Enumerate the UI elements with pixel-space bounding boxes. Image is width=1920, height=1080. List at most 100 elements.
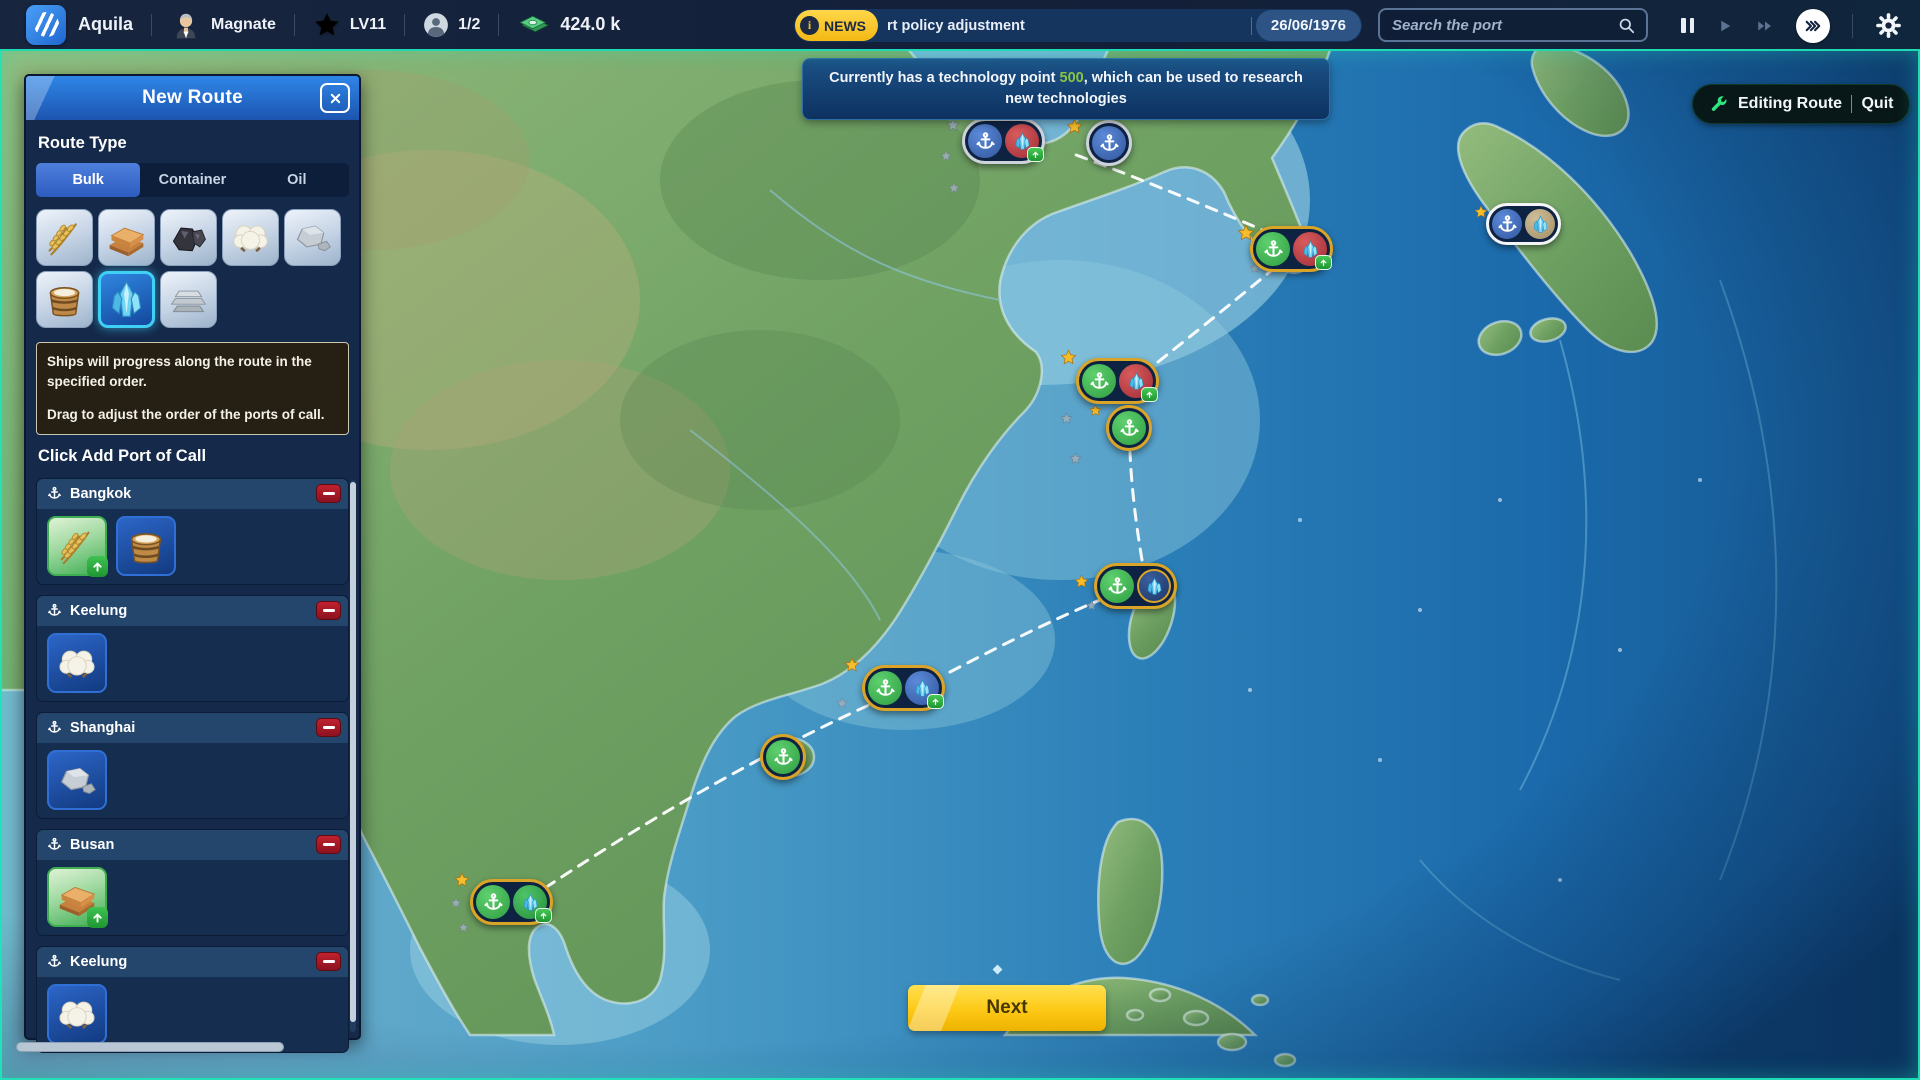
port-entry[interactable]: Busan <box>36 829 349 936</box>
anchor-icon <box>1100 569 1134 603</box>
port-marker[interactable] <box>1094 563 1177 609</box>
tech-point-toast: Currently has a technology point 500, wh… <box>802 58 1330 120</box>
cargo-timber-tile[interactable] <box>47 867 107 927</box>
goods-crystal-icon <box>1119 364 1153 398</box>
goods-crystal-icon <box>513 885 547 919</box>
commodity-cotton[interactable] <box>222 209 279 266</box>
port-cargo-row <box>37 977 348 1052</box>
port-marker[interactable] <box>760 734 806 780</box>
port-entry-header: Keelung <box>37 596 348 626</box>
port-marker[interactable] <box>1076 358 1159 404</box>
commodity-wheat[interactable] <box>36 209 93 266</box>
fast-forward-button[interactable] <box>1756 17 1774 35</box>
route-type-label: Route Type <box>38 134 349 153</box>
player-name: Magnate <box>211 16 276 34</box>
divider <box>498 14 499 36</box>
port-marker[interactable] <box>1086 120 1132 166</box>
port-marker[interactable] <box>1250 226 1333 272</box>
info-icon: i <box>800 16 819 35</box>
close-button[interactable] <box>320 83 350 113</box>
commodity-aluminum[interactable] <box>284 209 341 266</box>
port-cargo-row <box>37 626 348 701</box>
news-badge[interactable]: i NEWS <box>795 10 878 41</box>
cargo-wheat-tile[interactable] <box>47 516 107 576</box>
port-name: Shanghai <box>70 720 308 736</box>
minus-icon <box>323 960 335 963</box>
aluminum-icon <box>54 757 100 803</box>
remove-port-button[interactable] <box>316 718 341 737</box>
port-name: Busan <box>70 837 308 853</box>
anchor-icon <box>476 885 510 919</box>
anchor-icon <box>766 740 800 774</box>
port-marker[interactable] <box>1486 203 1561 245</box>
tech-point-value: 500 <box>1060 70 1084 86</box>
route-type-tabs: Bulk Container Oil <box>36 163 349 197</box>
commodity-timber[interactable] <box>98 209 155 266</box>
player-level: LV11 <box>350 16 386 34</box>
commodity-rice[interactable] <box>36 271 93 328</box>
commodity-crystal[interactable] <box>98 271 155 328</box>
max-speed-button[interactable] <box>1796 9 1830 43</box>
tab-bulk[interactable]: Bulk <box>36 163 140 197</box>
play-button[interactable] <box>1716 17 1734 35</box>
remove-port-button[interactable] <box>316 484 341 503</box>
commodity-coal[interactable] <box>160 209 217 266</box>
cargo-rice-tile[interactable] <box>116 516 176 576</box>
port-search <box>1378 8 1648 42</box>
port-entry[interactable]: Keelung <box>36 595 349 702</box>
cargo-aluminum-tile[interactable] <box>47 750 107 810</box>
divider <box>1852 14 1853 38</box>
time-controls <box>1681 0 1902 51</box>
money-amount: 424.0 k <box>560 14 620 35</box>
minus-icon <box>323 726 335 729</box>
port-call-list: Bangkok Keelung <box>36 478 349 1053</box>
tab-oil[interactable]: Oil <box>245 163 349 197</box>
demand-badge-icon <box>927 694 944 709</box>
money-icon[interactable] <box>517 10 551 40</box>
search-input[interactable] <box>1390 16 1617 35</box>
export-arrow-icon <box>87 556 108 577</box>
cargo-cotton-tile[interactable] <box>47 633 107 693</box>
settings-gear-icon[interactable] <box>1875 12 1902 39</box>
minus-icon <box>323 492 335 495</box>
anchor-icon <box>47 837 62 852</box>
timber-icon <box>104 215 149 260</box>
commodity-steel[interactable] <box>160 271 217 328</box>
port-marker[interactable] <box>962 118 1045 164</box>
player-avatar[interactable] <box>170 8 202 42</box>
horizontal-scrollbar[interactable] <box>16 1042 284 1052</box>
port-entry[interactable]: Bangkok <box>36 478 349 585</box>
port-cargo-row <box>37 860 348 935</box>
commodity-grid <box>36 209 349 328</box>
port-entry-header: Bangkok <box>37 479 348 509</box>
next-button[interactable]: Next <box>908 985 1106 1031</box>
pause-button[interactable] <box>1681 18 1694 33</box>
demand-badge-icon <box>1141 387 1158 402</box>
toast-text: Currently has a technology point <box>829 70 1059 86</box>
port-marker[interactable] <box>1106 405 1152 451</box>
remove-port-button[interactable] <box>316 952 341 971</box>
managers-icon[interactable] <box>423 12 449 38</box>
port-name: Keelung <box>70 954 308 970</box>
anchor-icon <box>47 603 62 618</box>
panel-title: New Route <box>142 87 243 109</box>
add-port-label: Click Add Port of Call <box>38 447 349 466</box>
port-marker[interactable] <box>862 665 945 711</box>
route-status-label: Editing Route <box>1738 95 1842 113</box>
port-entry[interactable]: Shanghai <box>36 712 349 819</box>
scrollbar-thumb[interactable] <box>350 482 356 1022</box>
quit-button[interactable]: Quit <box>1861 95 1893 113</box>
news-badge-label: NEWS <box>824 18 866 34</box>
route-hint-box: Ships will progress along the route in t… <box>36 342 349 435</box>
search-icon[interactable] <box>1617 16 1636 35</box>
tab-container[interactable]: Container <box>140 163 244 197</box>
port-marker[interactable] <box>470 879 553 925</box>
remove-port-button[interactable] <box>316 601 341 620</box>
cargo-cotton-tile[interactable] <box>47 984 107 1044</box>
divider <box>404 14 405 36</box>
demand-badge-icon <box>1027 147 1044 162</box>
remove-port-button[interactable] <box>316 835 341 854</box>
company-logo[interactable] <box>26 5 66 45</box>
port-entry[interactable]: Keelung <box>36 946 349 1053</box>
coal-icon <box>166 215 211 260</box>
